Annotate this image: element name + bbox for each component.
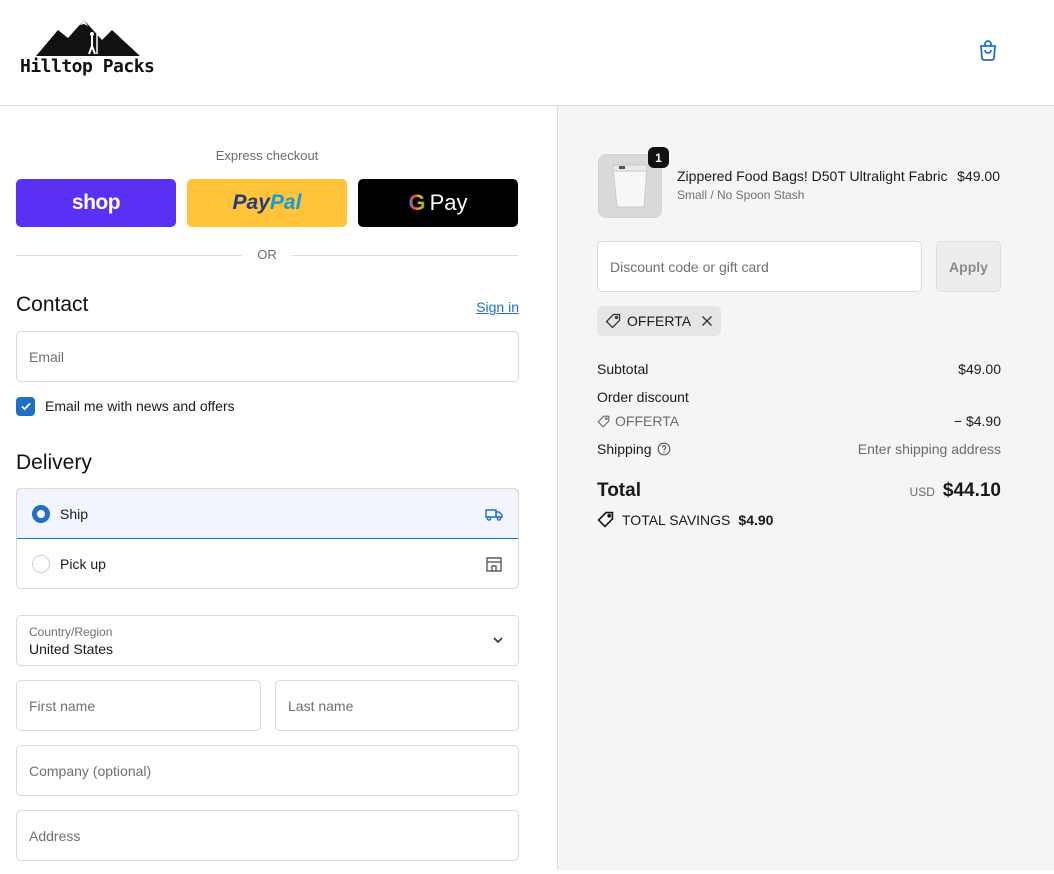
address-input[interactable] xyxy=(17,811,518,860)
order-summary: 1 Zippered Food Bags! D50T Ultralight Fa… xyxy=(557,106,1054,870)
subtotal-value: $49.00 xyxy=(958,361,1001,377)
checkout-form: Express checkout shop Pay Pal G Pay OR Co… xyxy=(0,106,557,870)
country-label: Country/Region xyxy=(29,625,113,639)
news-offers-row[interactable]: Email me with news and offers xyxy=(16,396,235,416)
savings-tag-icon xyxy=(597,511,614,528)
first-name-input[interactable] xyxy=(17,681,260,730)
last-name-field[interactable] xyxy=(275,680,519,731)
country-value: United States xyxy=(29,641,114,657)
google-pay-label: Pay xyxy=(429,190,468,215)
email-field[interactable] xyxy=(16,331,519,382)
order-discount-row: Order discount xyxy=(597,389,1001,409)
contact-title: Contact xyxy=(16,293,89,316)
ship-radio[interactable] xyxy=(32,504,50,523)
express-checkout-label: Express checkout xyxy=(215,148,319,163)
email-input[interactable] xyxy=(17,332,518,381)
google-g-icon: G xyxy=(408,190,426,215)
company-input[interactable] xyxy=(17,746,518,795)
remove-discount-button[interactable] xyxy=(701,315,713,327)
address-field[interactable] xyxy=(16,810,519,861)
quantity-badge: 1 xyxy=(648,147,669,168)
shop-pay-label: shop xyxy=(71,191,121,214)
brand-name: Hilltop Packs xyxy=(20,56,155,77)
total-label: Total xyxy=(597,480,641,501)
shopping-bag-icon[interactable] xyxy=(976,38,1000,62)
tag-icon xyxy=(597,415,610,428)
subtotal-label: Subtotal xyxy=(597,361,649,377)
discount-code-row: OFFERTA − $4.90 xyxy=(597,413,1001,433)
currency-code: USD xyxy=(909,485,935,499)
shipping-value: Enter shipping address xyxy=(857,441,1001,457)
total-value: $44.10 xyxy=(942,480,1001,501)
last-name-input[interactable] xyxy=(276,681,518,730)
discount-value: − $4.90 xyxy=(953,413,1001,429)
or-label: OR xyxy=(257,247,277,262)
tag-icon xyxy=(605,313,621,329)
product-thumbnail: 1 xyxy=(598,147,669,218)
discount-code-field[interactable] xyxy=(597,241,922,292)
apply-discount-button[interactable]: Apply xyxy=(936,241,1001,292)
savings-label: TOTAL SAVINGS xyxy=(622,511,731,528)
mountain-logo-icon xyxy=(36,20,140,56)
paypal-button[interactable]: Pay Pal xyxy=(187,179,347,227)
checkmark-icon xyxy=(20,402,31,411)
product-price: $49.00 xyxy=(957,168,1000,184)
checkout-header: Hilltop Packs xyxy=(0,0,1054,106)
savings-value: $4.90 xyxy=(738,511,774,528)
help-circle-icon[interactable] xyxy=(657,442,671,456)
company-field[interactable] xyxy=(16,745,519,796)
delivery-option-ship[interactable]: Ship xyxy=(17,489,518,539)
shipping-row: Shipping Enter shipping address xyxy=(597,441,1001,461)
country-select[interactable]: Country/Region United States xyxy=(16,615,519,666)
store-icon xyxy=(486,557,502,572)
paypal-label-part2: Pal xyxy=(269,191,302,214)
total-savings-row: TOTAL SAVINGS $4.90 xyxy=(597,511,773,528)
pickup-label: Pick up xyxy=(60,556,106,572)
paypal-label-part1: Pay xyxy=(232,191,270,214)
order-discount-label: Order discount xyxy=(597,389,689,405)
applied-code-label: OFFERTA xyxy=(627,313,692,329)
ship-label: Ship xyxy=(60,505,89,522)
delivery-option-pickup[interactable]: Pick up xyxy=(17,539,518,588)
subtotal-row: Subtotal $49.00 xyxy=(597,361,1001,381)
truck-icon xyxy=(485,508,503,521)
shop-pay-button[interactable]: shop xyxy=(16,179,176,227)
product-variant: Small / No Spoon Stash xyxy=(677,188,805,202)
shipping-label: Shipping xyxy=(597,441,652,457)
google-pay-button[interactable]: G Pay xyxy=(358,179,518,227)
close-icon xyxy=(702,316,713,326)
delivery-method-group: Ship Pick up xyxy=(16,488,519,589)
news-offers-label: Email me with news and offers xyxy=(45,398,235,414)
product-name: Zippered Food Bags! D50T Ultralight Fabr… xyxy=(677,168,948,184)
discount-code-input[interactable] xyxy=(598,242,921,291)
news-offers-checkbox[interactable] xyxy=(16,396,35,416)
or-divider: OR xyxy=(16,247,518,263)
brand-logo[interactable]: Hilltop Packs xyxy=(20,16,162,80)
first-name-field[interactable] xyxy=(16,680,261,731)
sign-in-link[interactable]: Sign in xyxy=(476,299,519,315)
applied-discount-tag: OFFERTA xyxy=(597,306,722,336)
chevron-down-icon xyxy=(493,637,503,644)
discount-code-label: OFFERTA xyxy=(615,413,680,429)
total-row: Total USD $44.10 xyxy=(597,480,1001,506)
delivery-title: Delivery xyxy=(16,451,92,474)
pickup-radio[interactable] xyxy=(32,555,50,573)
